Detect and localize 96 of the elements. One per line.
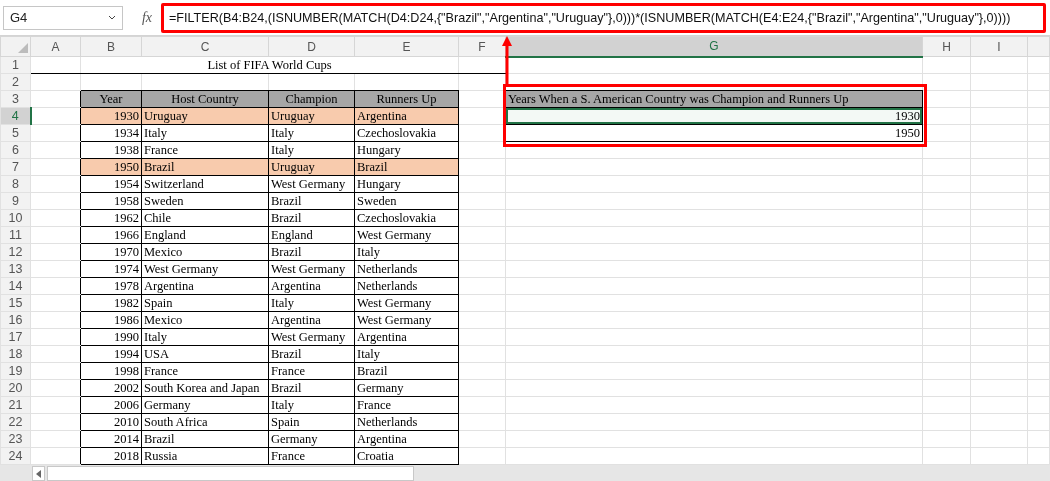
table-cell: Germany: [268, 430, 355, 448]
table-cell: Italy: [141, 124, 269, 142]
table-cell: Argentina: [354, 430, 459, 448]
table-cell: Spain: [141, 294, 269, 312]
column-header[interactable]: D: [268, 36, 355, 57]
table-cell: 1958: [80, 192, 142, 210]
table-cell: Italy: [268, 294, 355, 312]
table-cell: England: [268, 226, 355, 244]
arrow-icon: [501, 36, 513, 86]
function-button[interactable]: fx: [135, 9, 159, 26]
column-header[interactable]: E: [354, 36, 459, 57]
table-cell: France: [268, 362, 355, 380]
formula-field[interactable]: =FILTER(B4:B24,(ISNUMBER(MATCH(D4:D24,{"Brazil","Argentina","Uruguay"},0)))*(ISNUMBER(MATCH(E4:E24,{"Brazil","Argentina","Uruguay"},0)))): [161, 2, 1046, 33]
table-cell: Brazil: [268, 379, 355, 397]
table-cell: Argentina: [268, 277, 355, 295]
table-cell: South Africa: [141, 413, 269, 431]
table-cell: Switzerland: [141, 175, 269, 193]
table-cell: Argentina: [141, 277, 269, 295]
table-cell: Brazil: [268, 192, 355, 210]
table-cell: 1962: [80, 209, 142, 227]
scrollbar-thumb[interactable]: [47, 466, 414, 481]
table-cell: Spain: [268, 413, 355, 431]
table-cell: Argentina: [354, 328, 459, 346]
table-cell: 2006: [80, 396, 142, 414]
column-header[interactable]: I: [970, 36, 1028, 57]
table-cell: 1998: [80, 362, 142, 380]
table-cell: 1934: [80, 124, 142, 142]
table-cell: 1954: [80, 175, 142, 193]
table-cell: Italy: [268, 141, 355, 159]
table-cell: Mexico: [141, 243, 269, 261]
table-cell: France: [354, 396, 459, 414]
table-cell: Brazil: [141, 430, 269, 448]
table-cell: West Germany: [354, 311, 459, 329]
column-header[interactable]: H: [922, 36, 971, 57]
table-cell: 1990: [80, 328, 142, 346]
table-cell: England: [141, 226, 269, 244]
column-header[interactable]: G: [505, 36, 923, 57]
table-cell: West Germany: [141, 260, 269, 278]
table-cell: Czechoslovakia: [354, 209, 459, 227]
table-cell: Sweden: [141, 192, 269, 210]
caret-icon: [108, 15, 116, 20]
table-cell: Netherlands: [354, 413, 459, 431]
table-cell: Brazil: [268, 243, 355, 261]
column-header[interactable]: F: [458, 36, 506, 57]
table-cell: USA: [141, 345, 269, 363]
table-cell: 1994: [80, 345, 142, 363]
table-cell: Italy: [268, 124, 355, 142]
table-cell: Italy: [141, 328, 269, 346]
table-cell: 2018: [80, 447, 142, 465]
left-arrow-icon: [35, 469, 42, 478]
table-cell: Brazil: [268, 209, 355, 227]
table-cell: West Germany: [268, 328, 355, 346]
table-cell: 1970: [80, 243, 142, 261]
table-cell: Hungary: [354, 175, 459, 193]
select-all-icon[interactable]: [18, 43, 28, 53]
table-cell: Mexico: [141, 311, 269, 329]
table-cell: West Germany: [268, 175, 355, 193]
table-cell: Italy: [268, 396, 355, 414]
column-header[interactable]: B: [80, 36, 142, 57]
table-cell: South Korea and Japan: [141, 379, 269, 397]
table-cell: Brazil: [354, 362, 459, 380]
table-cell: 1938: [80, 141, 142, 159]
table-cell: 2010: [80, 413, 142, 431]
table-cell: France: [141, 141, 269, 159]
table-cell: Germany: [354, 379, 459, 397]
table-cell: 1978: [80, 277, 142, 295]
table-cell: Italy: [354, 243, 459, 261]
table-cell: 1966: [80, 226, 142, 244]
table-cell: West Germany: [354, 226, 459, 244]
table-cell: Hungary: [354, 141, 459, 159]
table-cell: West Germany: [268, 260, 355, 278]
name-box[interactable]: G4: [3, 5, 123, 30]
table-cell: France: [141, 362, 269, 380]
table-cell: Italy: [354, 345, 459, 363]
table-cell: Argentina: [268, 311, 355, 329]
table-cell: Sweden: [354, 192, 459, 210]
table-cell: Croatia: [354, 447, 459, 465]
result-cell: 1950: [505, 124, 923, 142]
table-cell: Netherlands: [354, 260, 459, 278]
table-cell: Netherlands: [354, 277, 459, 295]
table-cell: 1982: [80, 294, 142, 312]
table-cell: 1974: [80, 260, 142, 278]
table-cell: Chile: [141, 209, 269, 227]
sheet-title: List of FIFA World Cups: [80, 56, 459, 74]
table-cell: West Germany: [354, 294, 459, 312]
table-cell: France: [268, 447, 355, 465]
table-cell: Russia: [141, 447, 269, 465]
table-cell: 1986: [80, 311, 142, 329]
column-header[interactable]: C: [141, 36, 269, 57]
scroll-left-button[interactable]: [32, 466, 45, 481]
column-header[interactable]: A: [30, 36, 81, 57]
table-cell: Germany: [141, 396, 269, 414]
table-cell: 2014: [80, 430, 142, 448]
table-cell: 2002: [80, 379, 142, 397]
table-cell: Brazil: [268, 345, 355, 363]
table-cell: Czechoslovakia: [354, 124, 459, 142]
